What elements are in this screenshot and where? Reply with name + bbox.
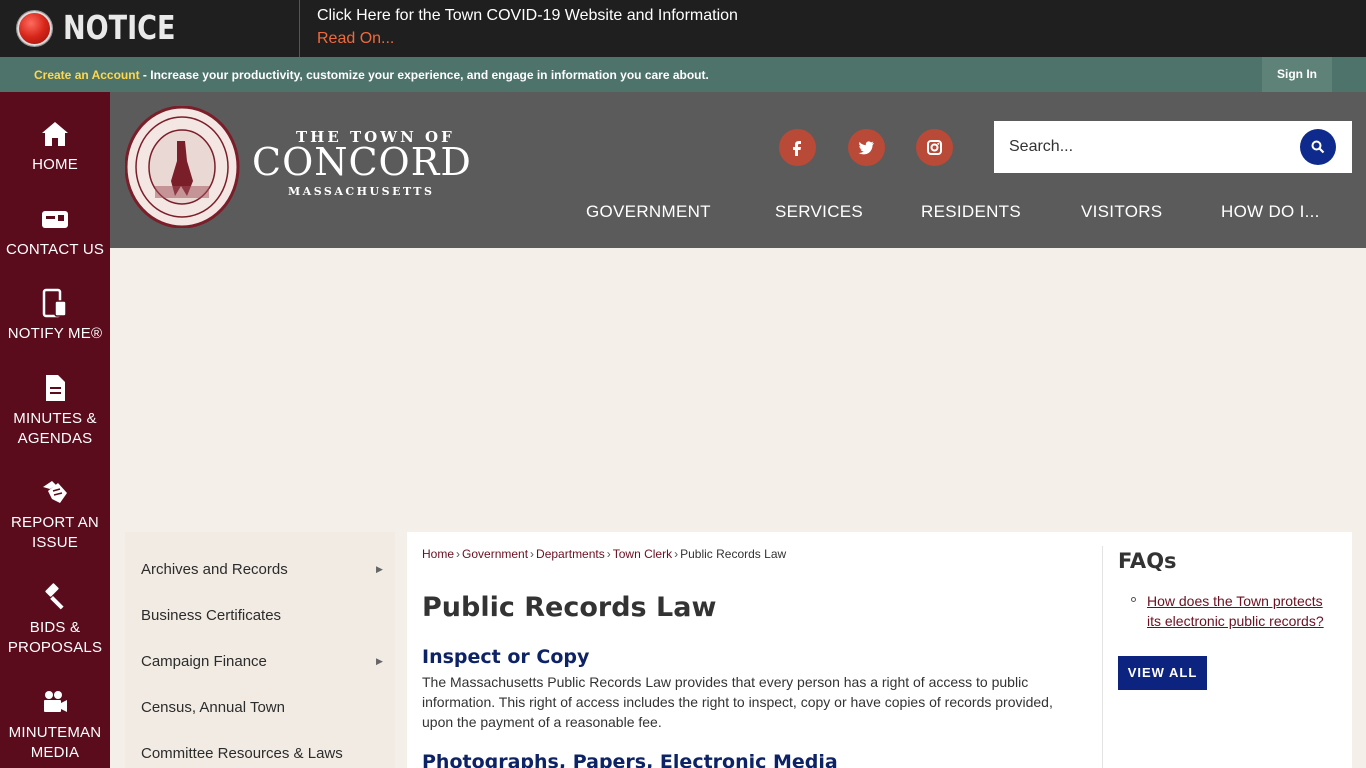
- sidebar-item-label: HOME: [32, 156, 78, 173]
- notice-badge: NOTICE: [0, 0, 300, 57]
- facebook-button[interactable]: [779, 129, 816, 166]
- sidebar-item-report-issue[interactable]: REPORT AN ISSUE: [0, 477, 110, 553]
- breadcrumb-departments[interactable]: Departments: [536, 547, 605, 561]
- subnav-item-census[interactable]: Census, Annual Town: [141, 699, 391, 716]
- circle-bullet-icon: [1131, 597, 1136, 602]
- account-bar: Create an Account - Increase your produc…: [0, 57, 1366, 92]
- site-header: THE TOWN OF CONCORD MASSACHUSETTS GOVERN…: [110, 92, 1366, 248]
- subnav-item-committee-resources[interactable]: Committee Resources & Laws: [141, 745, 391, 762]
- page-title: Public Records Law: [422, 592, 717, 623]
- logo-concord[interactable]: CONCORD: [252, 140, 472, 184]
- faq-link[interactable]: How does the Town protects its electroni…: [1147, 591, 1337, 631]
- notice-bar: NOTICE Click Here for the Town COVID-19 …: [0, 0, 1366, 57]
- subnav-item-business-certificates[interactable]: Business Certificates: [141, 607, 391, 624]
- nav-visitors[interactable]: VISITORS: [1081, 202, 1162, 222]
- breadcrumb-government[interactable]: Government: [462, 547, 528, 561]
- sidebar-item-minutes-agendas[interactable]: MINUTES & AGENDAS: [0, 373, 110, 449]
- sidebar-item-home[interactable]: HOME: [0, 119, 110, 175]
- column-divider: [1102, 546, 1103, 768]
- main-content: Home › Government › Departments › Town Clerk › P…: [407, 532, 1352, 768]
- sidebar-item-contact-us[interactable]: CONTACT US: [0, 204, 110, 260]
- home-icon: [42, 122, 68, 146]
- nav-how-do-i[interactable]: HOW DO I...: [1221, 202, 1320, 222]
- search-input[interactable]: [994, 121, 1294, 173]
- sidebar-item-label: REPORT AN ISSUE: [11, 514, 99, 551]
- logo-massachusetts: MASSACHUSETTS: [288, 185, 435, 198]
- alert-light-icon: [17, 11, 52, 46]
- hero-banner: [110, 248, 1366, 532]
- sidebar-item-label: BIDS & PROPOSALS: [7, 619, 103, 656]
- account-message: Create an Account - Increase your produc…: [34, 68, 709, 82]
- account-tagline: - Increase your productivity, customize …: [139, 68, 709, 82]
- twitter-button[interactable]: [848, 129, 885, 166]
- sidebar-item-minuteman-media[interactable]: MINUTEMAN MEDIA: [0, 687, 110, 763]
- sidebar-item-label: NOTIFY ME®: [7, 325, 103, 342]
- sidebar-item-notify-me[interactable]: NOTIFY ME®: [0, 288, 110, 344]
- search-box: [994, 121, 1352, 173]
- hands-icon: [43, 481, 67, 503]
- view-all-button[interactable]: VIEW ALL: [1118, 656, 1207, 690]
- faqs-title: FAQs: [1118, 549, 1177, 573]
- notice-label: NOTICE: [63, 8, 176, 47]
- instagram-icon: [927, 140, 942, 155]
- sidebar-item-label: CONTACT US: [5, 241, 105, 258]
- section-subnav: Archives and Records ▶ Business Certific…: [125, 532, 395, 768]
- sidebar-item-label: MINUTEMAN MEDIA: [8, 724, 102, 761]
- subnav-item-archives[interactable]: Archives and Records: [141, 561, 391, 578]
- create-account-link[interactable]: Create an Account: [34, 68, 140, 82]
- read-on-link[interactable]: Read On...: [317, 30, 394, 48]
- triangle-right-icon[interactable]: ▶: [376, 564, 383, 575]
- nav-residents[interactable]: RESIDENTS: [921, 202, 1021, 222]
- sidebar-item-label: MINUTES & AGENDAS: [13, 410, 97, 447]
- breadcrumb-town-clerk[interactable]: Town Clerk: [613, 547, 672, 561]
- section-body-inspect: The Massachusetts Public Records Law pro…: [422, 674, 1053, 730]
- facebook-icon: [793, 141, 801, 156]
- instagram-button[interactable]: [916, 129, 953, 166]
- gavel-icon: [45, 583, 64, 610]
- sign-in-button[interactable]: Sign In: [1262, 57, 1332, 92]
- nav-services[interactable]: SERVICES: [775, 202, 863, 222]
- nav-government[interactable]: GOVERNMENT: [586, 202, 711, 222]
- triangle-right-icon[interactable]: ▶: [376, 656, 383, 667]
- search-icon: [1311, 140, 1325, 154]
- quick-links-sidebar: HOME CONTACT US NOTIFY ME® MINUTES & AGE…: [0, 92, 110, 768]
- devices-icon: [42, 288, 67, 318]
- town-seal-logo[interactable]: [125, 106, 240, 228]
- subnav-item-campaign-finance[interactable]: Campaign Finance: [141, 653, 391, 670]
- breadcrumb-current: Public Records Law: [680, 547, 787, 561]
- sidebar-item-bids-proposals[interactable]: BIDS & PROPOSALS: [0, 582, 110, 658]
- document-icon: [46, 375, 65, 401]
- section-heading-inspect: Inspect or Copy: [422, 646, 590, 668]
- notice-headline-link[interactable]: Click Here for the Town COVID-19 Website…: [317, 7, 738, 25]
- video-camera-icon: [44, 691, 67, 712]
- section-heading-photographs: Photographs, Papers, Electronic Media: [422, 751, 838, 768]
- breadcrumb-home[interactable]: Home: [422, 547, 454, 561]
- breadcrumb: Home › Government › Departments › Town Clerk › P…: [422, 547, 787, 561]
- contact-card-icon: [42, 211, 68, 228]
- search-button[interactable]: [1300, 129, 1336, 165]
- twitter-icon: [858, 141, 874, 155]
